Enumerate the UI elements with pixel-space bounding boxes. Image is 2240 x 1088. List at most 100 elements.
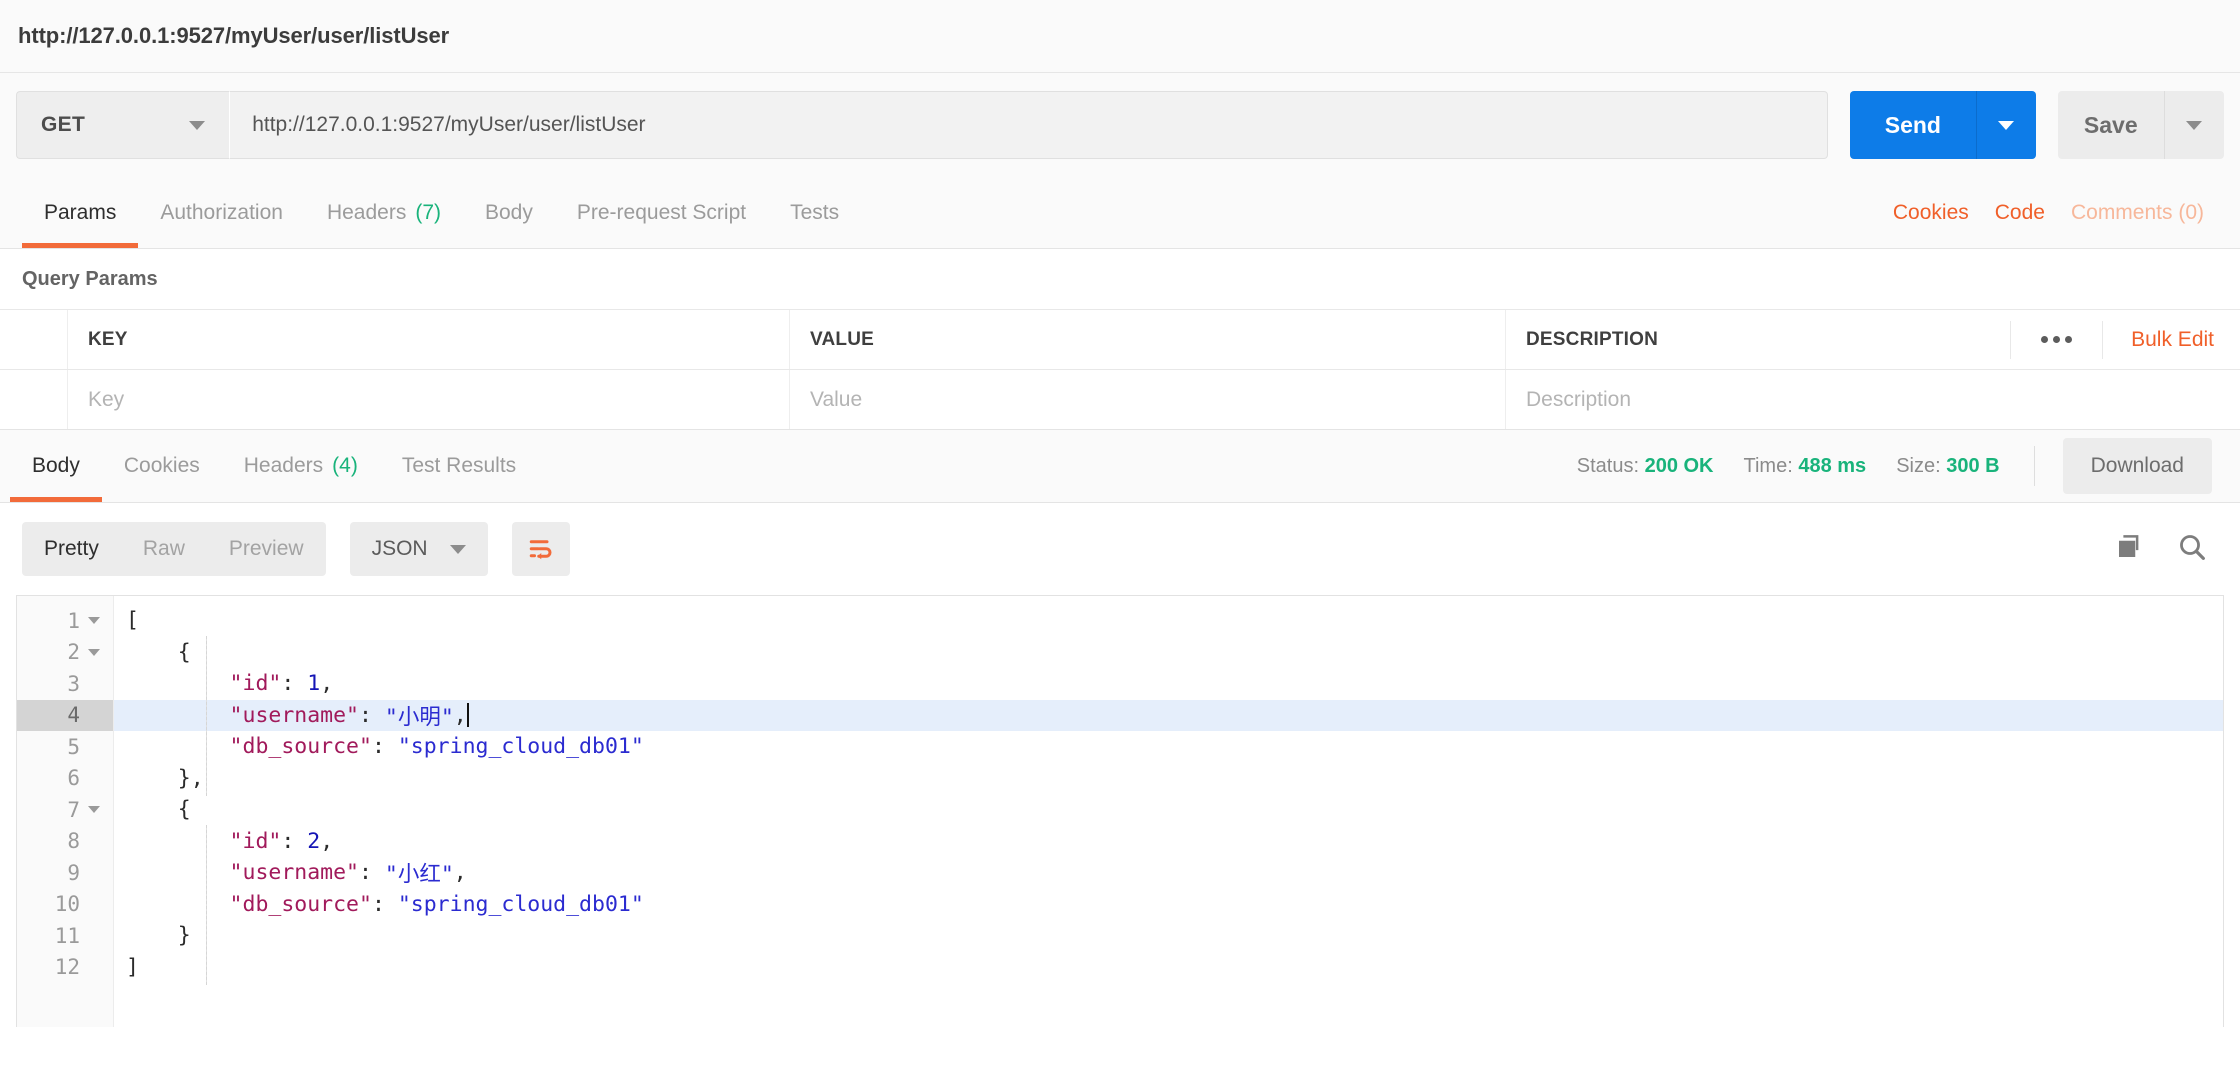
view-pretty-button[interactable]: Pretty	[22, 522, 121, 576]
param-key-input[interactable]: Key	[68, 370, 790, 429]
gutter-line-number: 5	[67, 734, 80, 759]
cookies-link[interactable]: Cookies	[1893, 201, 1969, 225]
row-checkbox-cell[interactable]	[0, 370, 68, 429]
code-line: "db_source": "spring_cloud_db01"	[114, 731, 2223, 763]
response-tabs: Body Cookies Headers (4) Test Results St…	[0, 429, 2240, 503]
response-tab-body[interactable]: Body	[10, 430, 102, 502]
view-preview-button[interactable]: Preview	[207, 522, 326, 576]
response-tab-cookies[interactable]: Cookies	[102, 430, 222, 502]
more-options-icon[interactable]	[2010, 320, 2102, 359]
code-token: :	[359, 860, 385, 886]
send-options-button[interactable]	[1976, 91, 2037, 159]
response-meta: Status: 200 OK Time: 488 ms Size: 300 B …	[1577, 430, 2230, 502]
tab-label: Headers	[243, 454, 324, 477]
code-line: "id": 2,	[114, 826, 2223, 858]
text-cursor	[466, 703, 469, 728]
request-tabs: Params Authorization Headers (7) Body Pr…	[0, 177, 2240, 249]
view-raw-button[interactable]: Raw	[121, 522, 207, 576]
status-badge: Status: 200 OK	[1576, 454, 1714, 477]
download-button[interactable]: Download	[2062, 438, 2212, 494]
response-tab-headers[interactable]: Headers (4)	[222, 430, 380, 502]
url-bar: GET http://127.0.0.1:9527/myUser/user/li…	[0, 73, 2240, 177]
code-token: }	[126, 923, 191, 949]
chevron-down-icon	[189, 120, 206, 130]
code-token: 2	[307, 828, 321, 854]
code-fold-toggle-icon[interactable]	[84, 617, 104, 625]
send-button[interactable]: Send	[1850, 91, 1977, 159]
tab-params[interactable]: Params	[22, 177, 139, 248]
tab-label: Params	[44, 200, 117, 224]
tab-label: Headers	[326, 200, 407, 224]
code-token: "username"	[126, 860, 359, 886]
tab-label: Test Results	[401, 454, 517, 477]
url-input[interactable]: http://127.0.0.1:9527/myUser/user/listUs…	[230, 91, 1829, 159]
code-fold-toggle-icon[interactable]	[84, 648, 104, 656]
copy-icon	[2119, 534, 2139, 557]
gutter-line-number: 3	[67, 671, 80, 696]
body-format-label: JSON	[371, 537, 428, 560]
tab-authorization[interactable]: Authorization	[138, 177, 305, 248]
table-header-row: KEY VALUE DESCRIPTION Bulk Edit	[0, 309, 2240, 369]
code-content[interactable]: [ { "id": 1, "username": "小明", "db_sourc…	[114, 596, 2223, 1027]
time-value: 488 ms	[1798, 454, 1867, 477]
column-header-value: VALUE	[790, 310, 1506, 369]
code-token: :	[359, 702, 385, 728]
code-line: "username": "小明",	[114, 699, 2223, 731]
response-body-code-viewer[interactable]: 1 2 3 4 5 6 7 8 9 10 11 12 [ { "id": 1, "username":…	[16, 595, 2224, 1027]
tab-label: Tests	[790, 200, 840, 224]
code-link[interactable]: Code	[1995, 201, 2045, 225]
tab-badge: (4)	[332, 454, 358, 477]
tab-label: Body	[485, 200, 533, 224]
search-button[interactable]	[2176, 531, 2208, 568]
request-tabs-actions: Cookies Code Comments (0)	[1893, 177, 2218, 248]
column-header-key: KEY	[68, 310, 790, 369]
request-title-bar: http://127.0.0.1:9527/myUser/user/listUs…	[0, 0, 2240, 73]
gutter-line-number: 7	[17, 794, 113, 826]
gutter-line-number: 11	[54, 923, 80, 948]
gutter-line-number: 2	[17, 637, 113, 669]
code-token: :	[371, 891, 398, 917]
tab-badge: (7)	[415, 200, 441, 224]
code-fold-toggle-icon[interactable]	[84, 806, 104, 814]
code-line: },	[114, 763, 2223, 795]
param-description-input[interactable]: Description	[1506, 370, 2240, 429]
code-line: "db_source": "spring_cloud_db01"	[114, 889, 2223, 921]
bulk-edit-button[interactable]: Bulk Edit	[2102, 320, 2240, 359]
save-options-button[interactable]	[2165, 91, 2225, 159]
code-token: "db_source"	[126, 734, 372, 760]
tab-body[interactable]: Body	[463, 177, 555, 248]
code-gutter: 1 2 3 4 5 6 7 8 9 10 11 12	[17, 596, 114, 1027]
body-format-select[interactable]: JSON	[349, 522, 488, 576]
response-tab-test-results[interactable]: Test Results	[380, 430, 538, 502]
http-method-select[interactable]: GET	[16, 91, 231, 159]
code-token: {	[126, 639, 191, 665]
wrap-lines-button[interactable]	[511, 522, 570, 576]
param-key-placeholder: Key	[88, 387, 125, 411]
code-line: ]	[114, 952, 2223, 984]
tab-pre-request-script[interactable]: Pre-request Script	[555, 177, 768, 248]
code-token: "db_source"	[126, 891, 372, 917]
send-button-group: Send	[1850, 91, 2037, 159]
code-token: :	[281, 671, 308, 697]
table-row: Key Value Description	[0, 369, 2240, 429]
indent-guide	[206, 825, 207, 985]
save-button[interactable]: Save	[2058, 91, 2165, 159]
page-title: http://127.0.0.1:9527/myUser/user/listUs…	[18, 23, 450, 48]
body-view-switch: Pretty Raw Preview	[22, 522, 326, 576]
tab-tests[interactable]: Tests	[768, 177, 861, 248]
code-line: {	[114, 637, 2223, 669]
copy-button[interactable]	[2114, 532, 2144, 567]
save-button-group: Save	[2058, 91, 2224, 159]
select-all-checkbox-cell[interactable]	[0, 310, 68, 369]
code-token: "spring_cloud_db01"	[397, 734, 644, 760]
comments-link[interactable]: Comments (0)	[2071, 201, 2204, 225]
param-value-input[interactable]: Value	[790, 370, 1506, 429]
tab-headers[interactable]: Headers (7)	[305, 177, 463, 248]
tab-label: Pre-request Script	[576, 200, 747, 224]
code-token: :	[371, 734, 398, 760]
gutter-line-number: 4	[17, 699, 113, 731]
code-token: "小红"	[384, 862, 454, 888]
code-token: "小明"	[384, 704, 454, 730]
code-token: ,	[320, 671, 334, 697]
gutter-line-number: 9	[67, 860, 80, 885]
